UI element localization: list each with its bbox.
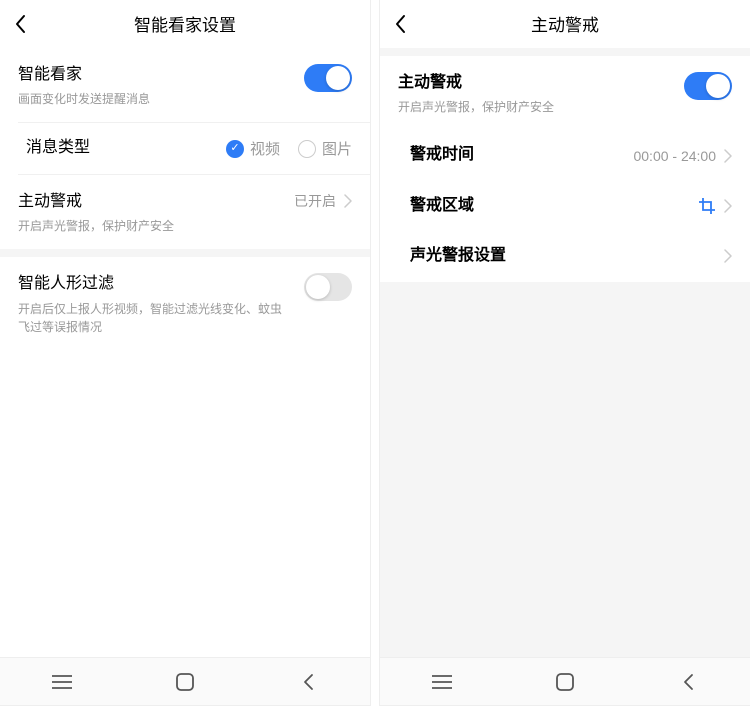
chevron-right-icon [724, 149, 732, 163]
nav-home-button[interactable] [145, 658, 225, 706]
right-screen: 主动警戒 主动警戒 开启声光警报，保护财产安全 警戒时间 00:00 - 24:… [380, 0, 750, 705]
back-button[interactable] [380, 0, 420, 48]
radio-checked-icon: ✓ [226, 140, 244, 158]
active-alert-sub: 开启声光警报，保护财产安全 [18, 217, 294, 235]
back-icon [302, 673, 314, 691]
chevron-right-icon [724, 249, 732, 263]
nav-recent-button[interactable] [402, 658, 482, 706]
chevron-left-icon [394, 14, 406, 34]
nav-back-button[interactable] [648, 658, 728, 706]
active-alert-row[interactable]: 主动警戒 开启声光警报，保护财产安全 已开启 [0, 175, 370, 249]
human-filter-row: 智能人形过滤 开启后仅上报人形视频，智能过滤光线变化、蚊虫飞过等误报情况 [0, 257, 370, 349]
alert-area-row[interactable]: 警戒区域 [380, 181, 750, 231]
human-filter-toggle[interactable] [304, 273, 352, 301]
page-title: 主动警戒 [531, 11, 599, 36]
alert-sub: 开启声光警报，保护财产安全 [398, 98, 684, 116]
active-alert-title: 主动警戒 [18, 191, 294, 213]
human-filter-title: 智能人形过滤 [18, 273, 284, 295]
human-filter-sub: 开启后仅上报人形视频，智能过滤光线变化、蚊虫飞过等误报情况 [18, 300, 284, 336]
message-type-title: 消息类型 [26, 137, 90, 159]
radio-video[interactable]: ✓ 视频 [226, 138, 280, 159]
smart-watch-sub: 画面变化时发送提醒消息 [18, 90, 304, 108]
alert-area-title: 警戒区域 [410, 195, 474, 217]
chevron-right-icon [344, 194, 352, 208]
recent-icon [52, 674, 72, 690]
home-icon [556, 673, 574, 691]
alert-time-title: 警戒时间 [410, 144, 474, 166]
back-icon [682, 673, 694, 691]
smart-watch-row: 智能看家 画面变化时发送提醒消息 [0, 48, 370, 122]
alert-toggle-row: 主动警戒 开启声光警报，保护财产安全 [380, 56, 750, 130]
left-screen: 智能看家设置 智能看家 画面变化时发送提醒消息 消息类型 ✓ 视频 图片 [0, 0, 370, 705]
home-icon [176, 673, 194, 691]
radio-image-label: 图片 [322, 138, 352, 159]
alert-toggle[interactable] [684, 72, 732, 100]
nav-recent-button[interactable] [22, 658, 102, 706]
alert-time-value: 00:00 - 24:00 [633, 148, 716, 164]
nav-home-button[interactable] [525, 658, 605, 706]
message-type-radio-group: ✓ 视频 图片 [226, 138, 352, 159]
right-header: 主动警戒 [380, 0, 750, 48]
alert-sound-row[interactable]: 声光警报设置 [380, 231, 750, 281]
chevron-left-icon [14, 14, 26, 34]
alert-sound-title: 声光警报设置 [410, 245, 506, 267]
left-header: 智能看家设置 [0, 0, 370, 48]
message-type-row: 消息类型 ✓ 视频 图片 [0, 123, 370, 173]
crop-icon [698, 197, 716, 215]
active-alert-value: 已开启 [294, 191, 336, 211]
radio-image[interactable]: 图片 [298, 138, 352, 159]
chevron-right-icon [724, 199, 732, 213]
left-content: 智能看家 画面变化时发送提醒消息 消息类型 ✓ 视频 图片 主动警戒 [0, 48, 370, 657]
android-nav-bar [0, 657, 370, 705]
android-nav-bar [380, 657, 750, 705]
alert-time-row[interactable]: 警戒时间 00:00 - 24:00 [380, 130, 750, 180]
radio-video-label: 视频 [250, 138, 280, 159]
page-title: 智能看家设置 [134, 11, 236, 36]
alert-title: 主动警戒 [398, 72, 684, 94]
right-content: 主动警戒 开启声光警报，保护财产安全 警戒时间 00:00 - 24:00 警戒… [380, 48, 750, 657]
smart-watch-title: 智能看家 [18, 64, 304, 86]
back-button[interactable] [0, 0, 40, 48]
nav-back-button[interactable] [268, 658, 348, 706]
radio-unchecked-icon [298, 140, 316, 158]
smart-watch-toggle[interactable] [304, 64, 352, 92]
recent-icon [432, 674, 452, 690]
